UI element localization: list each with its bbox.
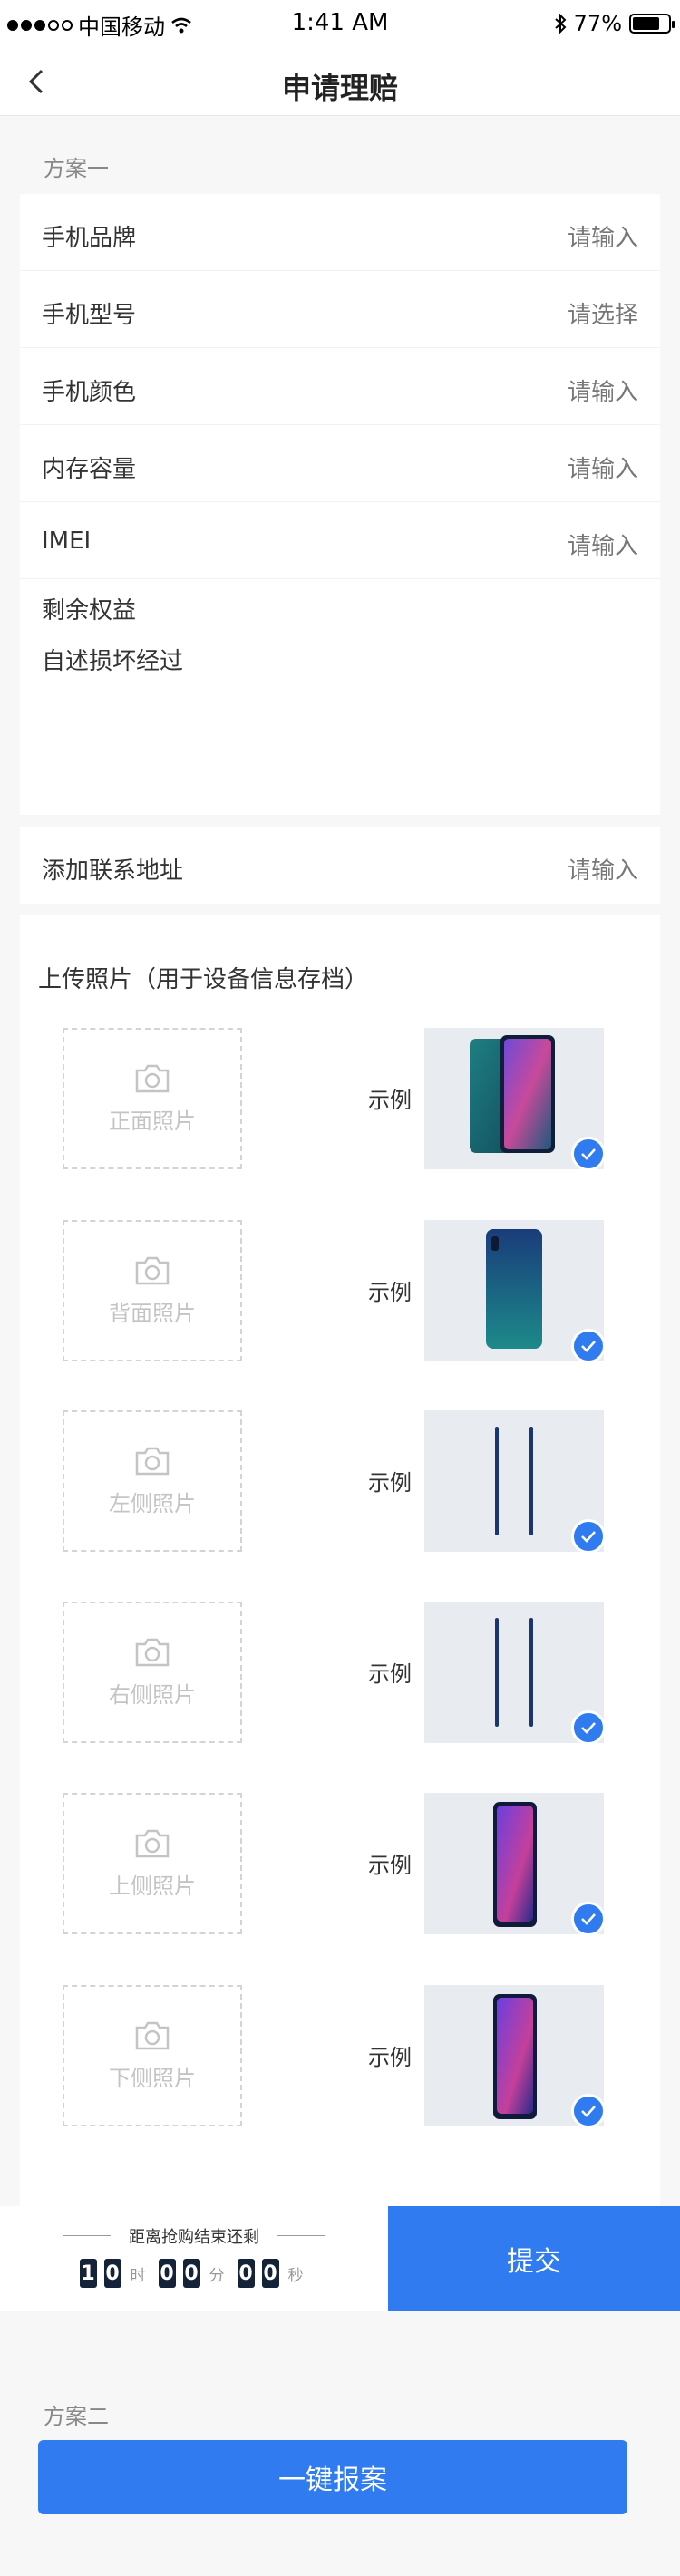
photo-row: 右侧照片 示例 — [20, 1602, 660, 1745]
upload-bottom-photo[interactable]: 下侧照片 — [63, 1985, 242, 2126]
example-label: 示例 — [368, 1280, 412, 1305]
upload-top-photo[interactable]: 上侧照片 — [63, 1793, 242, 1934]
bottom-bar: 距离抢购结束还剩 1 0 时 0 0 分 0 0 秒 提交 — [0, 2206, 680, 2311]
phone-brand-input[interactable]: 请输入 — [568, 219, 638, 253]
example-front-image — [424, 1028, 606, 1171]
example-label: 示例 — [368, 1661, 412, 1687]
slot-label: 上侧照片 — [109, 1873, 196, 1899]
slot-label: 正面照片 — [109, 1108, 196, 1134]
plan2-label: 方案二 — [44, 2404, 109, 2429]
example-label: 示例 — [368, 2045, 412, 2070]
photo-row: 上侧照片 示例 — [20, 1793, 660, 1936]
nav-bar: 申请理赔 — [0, 49, 680, 116]
battery-icon — [629, 14, 675, 34]
slot-label: 下侧照片 — [109, 2065, 196, 2091]
field-phone-model[interactable]: 手机型号 请选择 — [20, 271, 660, 348]
field-phone-color[interactable]: 手机颜色 请输入 — [20, 348, 660, 425]
slot-label: 右侧照片 — [109, 1681, 196, 1708]
field-label: 手机型号 — [42, 302, 137, 329]
countdown-unit: 时 — [130, 2266, 146, 2285]
upload-back-photo[interactable]: 背面照片 — [63, 1220, 242, 1361]
field-label: 内存容量 — [42, 456, 137, 483]
imei-input[interactable]: 请输入 — [568, 528, 638, 561]
check-icon — [571, 1329, 606, 1363]
upload-right-photo[interactable]: 右侧照片 — [63, 1602, 242, 1743]
submit-button[interactable]: 提交 — [388, 2206, 680, 2311]
status-right: 77% — [554, 11, 675, 36]
field-memory[interactable]: 内存容量 请输入 — [20, 425, 660, 502]
countdown-digit: 0 — [261, 2259, 279, 2288]
check-icon — [571, 2094, 606, 2128]
countdown-digit: 0 — [182, 2259, 200, 2288]
countdown-unit: 分 — [209, 2266, 225, 2285]
example-left-image — [424, 1410, 606, 1554]
countdown-unit: 秒 — [287, 2266, 304, 2285]
phone-color-input[interactable]: 请输入 — [568, 373, 638, 407]
slot-label: 背面照片 — [109, 1300, 196, 1326]
slot-label: 左侧照片 — [109, 1490, 196, 1516]
camera-icon — [135, 1064, 170, 1092]
countdown-time: 1 0 时 0 0 分 0 0 秒 — [0, 2259, 388, 2288]
battery-percent: 77% — [573, 11, 622, 36]
page-title: 申请理赔 — [281, 71, 398, 105]
example-top-image — [424, 1793, 606, 1936]
check-icon — [571, 1519, 606, 1554]
status-bar: 中国移动 1:41 AM 77% — [0, 0, 680, 49]
countdown-title: 距离抢购结束还剩 — [129, 2228, 259, 2247]
countdown-digit: 0 — [237, 2259, 255, 2288]
divider — [277, 2235, 325, 2236]
phone-model-select[interactable]: 请选择 — [568, 296, 638, 330]
example-label: 示例 — [368, 1088, 412, 1113]
camera-icon — [135, 1447, 170, 1475]
camera-icon — [135, 2021, 170, 2049]
bluetooth-icon — [554, 14, 567, 34]
countdown-digit: 1 — [79, 2259, 97, 2288]
check-icon — [571, 1710, 606, 1745]
photo-row: 正面照片 示例 — [20, 1028, 660, 1171]
example-right-image — [424, 1602, 606, 1745]
check-icon — [571, 1137, 606, 1171]
camera-icon — [135, 1638, 170, 1666]
photo-row: 下侧照片 示例 — [20, 1985, 660, 2128]
camera-icon — [135, 1829, 170, 1857]
field-phone-brand[interactable]: 手机品牌 请输入 — [20, 194, 660, 271]
countdown-digit: 0 — [103, 2259, 121, 2288]
memory-input[interactable]: 请输入 — [568, 450, 638, 484]
photo-row: 左侧照片 示例 — [20, 1410, 660, 1554]
photo-row: 背面照片 示例 — [20, 1220, 660, 1363]
upload-left-photo[interactable]: 左侧照片 — [63, 1410, 242, 1552]
damage-description-area[interactable]: 剩余权益 自述损坏经过 — [20, 579, 660, 815]
address-input[interactable]: 请输入 — [568, 852, 638, 886]
one-click-report-button[interactable]: 一键报案 — [38, 2440, 627, 2514]
check-icon — [571, 1902, 606, 1936]
example-bottom-image — [424, 1985, 606, 2128]
upload-front-photo[interactable]: 正面照片 — [63, 1028, 242, 1169]
address-label: 添加联系地址 — [42, 857, 184, 885]
field-label: IMEI — [42, 528, 92, 555]
example-label: 示例 — [368, 1470, 412, 1496]
example-label: 示例 — [368, 1853, 412, 1878]
damage-description-input[interactable]: 自述损坏经过 — [42, 643, 183, 676]
photo-upload-section: 上传照片（用于设备信息存档） 正面照片 示例 背面照片 示例 左侧照片 示例 右… — [20, 915, 660, 2208]
countdown-digit: 0 — [158, 2259, 176, 2288]
countdown: 距离抢购结束还剩 1 0 时 0 0 分 0 0 秒 — [0, 2206, 388, 2311]
field-label: 手机颜色 — [42, 379, 137, 406]
example-back-image — [424, 1220, 606, 1363]
field-address[interactable]: 添加联系地址 请输入 — [20, 827, 660, 904]
field-label: 手机品牌 — [42, 225, 137, 252]
claim-form: 手机品牌 请输入 手机型号 请选择 手机颜色 请输入 内存容量 请输入 IMEI… — [20, 194, 660, 815]
remaining-rights-label: 剩余权益 — [42, 597, 137, 625]
field-imei[interactable]: IMEI 请输入 — [20, 502, 660, 579]
camera-icon — [135, 1256, 170, 1284]
plan1-label: 方案一 — [44, 156, 109, 181]
upload-title: 上传照片（用于设备信息存档） — [38, 966, 369, 993]
